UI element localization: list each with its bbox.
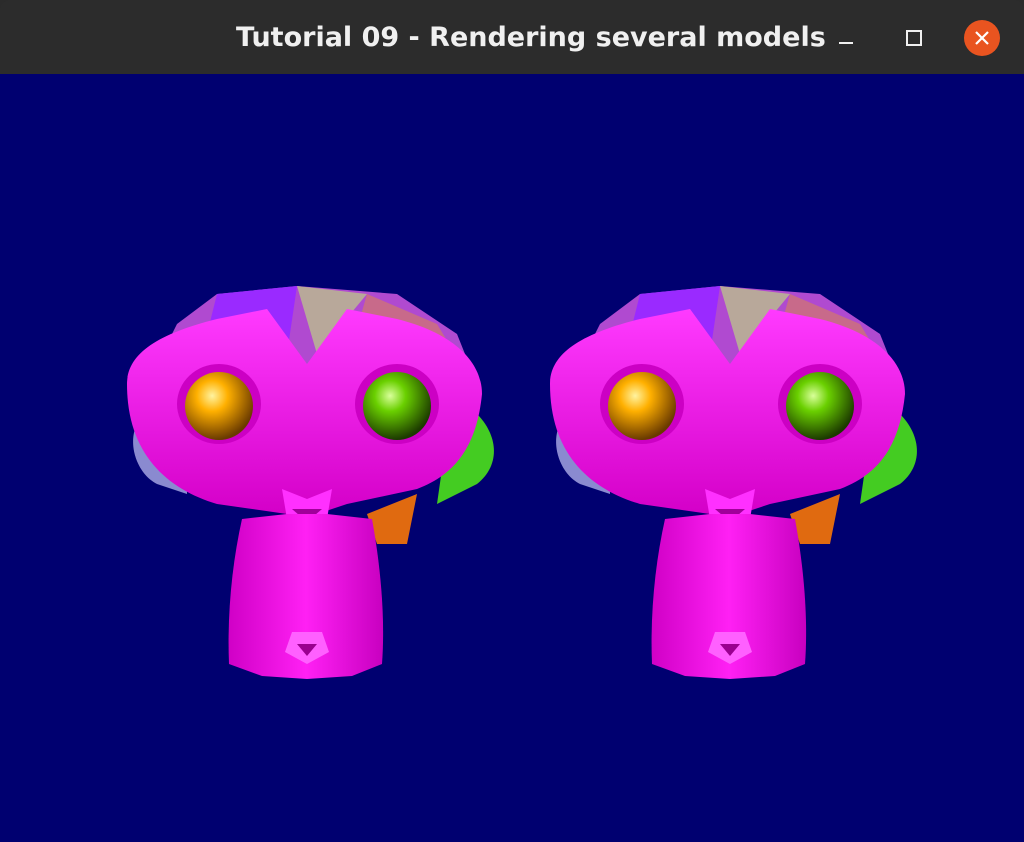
application-window: Tutorial 09 - Rendering several models [0, 0, 1024, 842]
minimize-button[interactable] [828, 20, 864, 56]
window-title: Tutorial 09 - Rendering several models [236, 22, 826, 53]
rendered-scene [127, 286, 917, 679]
maximize-button[interactable] [896, 20, 932, 56]
close-button[interactable] [964, 20, 1000, 56]
monkey-model-right [550, 286, 917, 679]
opengl-viewport[interactable] [0, 74, 1024, 842]
maximize-icon [906, 30, 922, 46]
close-icon [964, 20, 1000, 56]
minimize-icon [839, 42, 853, 44]
title-bar[interactable]: Tutorial 09 - Rendering several models [0, 0, 1024, 74]
monkey-model-left [127, 286, 494, 679]
